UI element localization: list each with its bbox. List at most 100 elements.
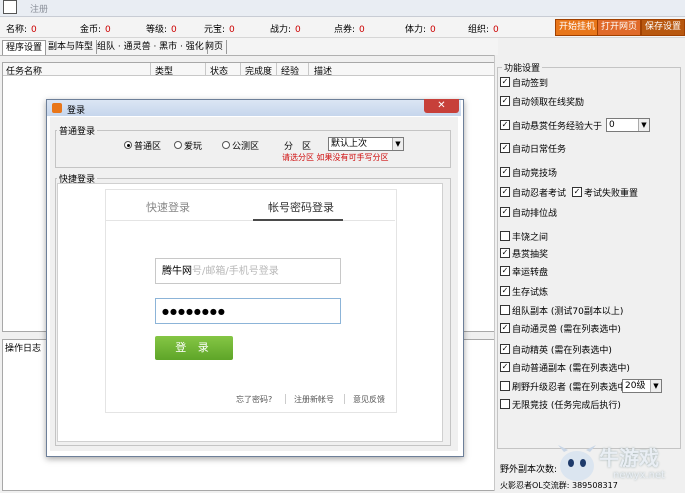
feedback-link[interactable]: 意见反馈	[353, 394, 385, 405]
chevron-down-icon: ▼	[650, 380, 661, 392]
feature-group-title: 功能设置	[502, 61, 543, 74]
tab-webpage[interactable]: 网页	[202, 40, 228, 54]
feature-checkbox[interactable]	[500, 231, 510, 241]
stat-name: 名称: 0	[6, 25, 37, 35]
exp-threshold-label: 经验大于	[566, 122, 603, 132]
feature-label: 无限竞技 (任务完成后执行)	[512, 401, 621, 411]
col-task-name[interactable]: 任务名称	[6, 64, 42, 77]
col-description[interactable]: 描述	[314, 64, 332, 77]
col-progress[interactable]: 完成度	[245, 64, 272, 77]
feature-checkbox[interactable]: ✓	[500, 344, 510, 354]
watermark-url: newyx.net	[613, 470, 666, 481]
column-divider	[150, 63, 151, 75]
col-type[interactable]: 类型	[155, 64, 173, 77]
stat-yuanbao: 元宝: 0	[204, 25, 235, 35]
feature-label: 悬赏抽奖	[512, 250, 549, 260]
radio-public-test-label: 公测区	[232, 142, 260, 152]
tab-team-pets-market[interactable]: 组队 · 通灵兽 · 黑市 · 强化	[94, 40, 208, 54]
feature-checkbox[interactable]	[500, 399, 510, 409]
exam-reset-checkbox[interactable]: ✓	[572, 187, 582, 197]
exam-reset-label: 考试失败重置	[584, 189, 639, 199]
radio-public-test[interactable]	[222, 141, 230, 149]
feature-checkbox[interactable]: ✓	[500, 207, 510, 217]
dialog-title: 登录	[67, 106, 86, 116]
feature-label: 自动普通副本 (需在列表选中)	[512, 364, 630, 374]
select-value: 0	[609, 120, 615, 130]
forgot-password-link[interactable]: 忘了密码?	[236, 394, 272, 405]
wild-dungeon-count-label: 野外副本次数:	[500, 465, 558, 475]
feature-checkbox[interactable]: ✓	[500, 187, 510, 197]
feature-label: 幸运转盘	[512, 268, 549, 278]
tab-program-settings[interactable]: 程序设置	[2, 40, 47, 55]
feature-checkbox[interactable]: ✓	[500, 266, 510, 276]
start-afk-button[interactable]: 开始挂机	[555, 19, 600, 36]
feature-checkbox[interactable]: ✓	[500, 77, 510, 87]
stat-coupon: 点券: 0	[334, 25, 365, 35]
chevron-down-icon: ▼	[638, 119, 649, 131]
tab-dungeon-formation[interactable]: 副本与阵型	[45, 40, 98, 54]
level-select[interactable]: 20级 ▼	[622, 379, 662, 393]
feature-label: 自动忍者考试	[512, 189, 567, 199]
feature-checkbox[interactable]: ✓	[500, 167, 510, 177]
feature-label: 刷野升级忍者 (需在列表选中)	[512, 383, 630, 393]
dialog-app-icon	[52, 103, 62, 113]
username-value: 腾牛网	[162, 266, 192, 277]
app-icon	[3, 0, 17, 14]
feature-checkbox[interactable]: ✓	[500, 96, 510, 106]
feature-label: 自动通灵兽 (需在列表选中)	[512, 325, 621, 335]
feature-checkbox[interactable]	[500, 381, 510, 391]
feature-checkbox[interactable]: ✓	[500, 120, 510, 130]
radio-aiwan[interactable]	[174, 141, 182, 149]
feature-checkbox[interactable]: ✓	[500, 286, 510, 296]
stat-level: 等级: 0	[146, 25, 177, 35]
feature-label: 自动悬赏任务	[512, 122, 567, 132]
dialog-titlebar	[47, 100, 461, 116]
title-bar	[0, 0, 685, 17]
feature-label: 自动竞技场	[512, 169, 558, 179]
tab-divider	[105, 220, 395, 221]
feature-label: 生存试炼	[512, 288, 549, 298]
feature-label: 丰饶之间	[512, 233, 549, 243]
feature-label: 自动日常任务	[512, 145, 567, 155]
select-value: 20级	[625, 381, 646, 391]
col-exp[interactable]: 经验	[281, 64, 299, 77]
stat-guild: 组织: 0	[468, 25, 499, 35]
username-input[interactable]: 腾牛网号/邮箱/手机号登录	[155, 258, 341, 284]
tab-account-login[interactable]: 帐号密码登录	[268, 199, 334, 215]
login-button[interactable]: 登 录	[155, 336, 233, 360]
link-separator	[344, 394, 345, 404]
zone-hint: 请选分区 如果没有可手写分区	[282, 153, 389, 162]
log-label: 操作日志	[5, 344, 42, 354]
radio-aiwan-label: 爱玩	[184, 142, 203, 152]
feature-checkbox[interactable]: ✓	[500, 143, 510, 153]
stat-stamina: 体力: 0	[405, 25, 436, 35]
feature-label: 自动排位战	[512, 209, 558, 219]
col-status[interactable]: 状态	[210, 64, 228, 77]
close-icon[interactable]: ✕	[424, 99, 459, 113]
open-web-button[interactable]: 打开网页	[597, 19, 642, 36]
zone-select[interactable]: 默认上次 ▼	[328, 137, 404, 151]
column-divider	[276, 63, 277, 75]
radio-normal-zone[interactable]	[124, 141, 132, 149]
save-settings-button[interactable]: 保存设置	[641, 19, 685, 36]
feature-checkbox[interactable]: ✓	[500, 362, 510, 372]
link-separator	[285, 394, 286, 404]
window-title: 注册	[30, 5, 49, 15]
active-tab-underline	[253, 219, 343, 221]
chevron-down-icon: ▼	[392, 138, 403, 150]
feature-checkbox[interactable]: ✓	[500, 323, 510, 333]
feature-checkbox[interactable]	[500, 305, 510, 315]
tab-quick-login[interactable]: 快速登录	[146, 199, 190, 215]
zone-label: 分 区	[284, 142, 312, 152]
feature-checkbox[interactable]: ✓	[500, 248, 510, 258]
feature-label: 自动签到	[512, 79, 549, 89]
column-divider	[308, 63, 309, 75]
column-divider	[240, 63, 241, 75]
column-divider	[205, 63, 206, 75]
register-link[interactable]: 注册新帐号	[294, 394, 334, 405]
feature-label: 组队副本 (测试70副本以上)	[512, 307, 624, 317]
feature-label: 自动领取在线奖励	[512, 98, 585, 108]
exp-threshold-select[interactable]: 0 ▼	[606, 118, 650, 132]
stat-gold: 金币: 0	[80, 25, 111, 35]
password-input[interactable]: ●●●●●●●●	[155, 298, 341, 324]
